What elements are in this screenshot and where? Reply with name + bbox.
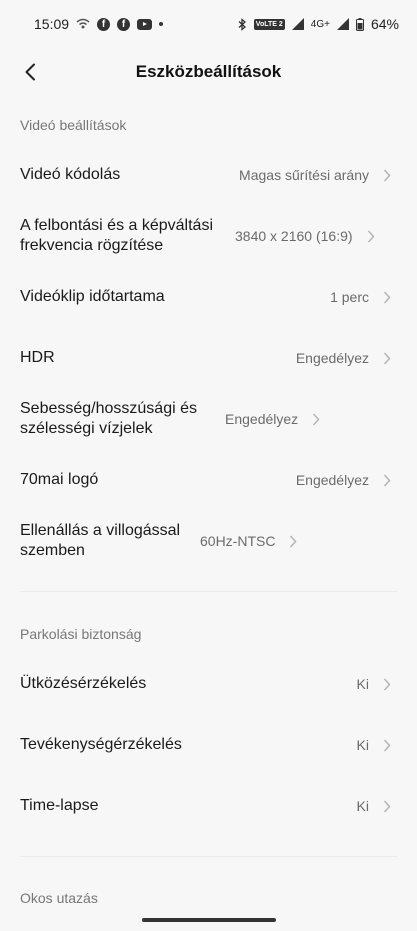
- setting-label: Tevékenységérzékelés: [20, 736, 182, 753]
- chevron-right-icon: [367, 229, 377, 243]
- setting-value: Ki: [356, 798, 369, 814]
- section-divider: [20, 856, 397, 857]
- setting-row-watermarks[interactable]: Sebesség/hosszúsági és szélességi vízjel…: [0, 390, 417, 448]
- status-time: 15:09: [34, 16, 70, 32]
- status-bar-right: Vo LTE 2 4G+ 64%: [238, 16, 399, 32]
- setting-label: A felbontási és a képváltási frekvencia …: [20, 217, 214, 254]
- facebook-icon: f: [117, 17, 131, 31]
- chevron-right-icon: [383, 799, 393, 813]
- chevron-right-icon: [383, 473, 393, 487]
- setting-value: 1 perc: [330, 289, 369, 305]
- setting-label: Ellenállás a villogással szemben: [20, 522, 181, 559]
- setting-value: Magas sűrítési arány: [239, 167, 369, 183]
- setting-value: Engedélyez: [295, 350, 369, 366]
- bluetooth-icon: [238, 17, 247, 31]
- setting-label: HDR: [20, 349, 55, 366]
- setting-label: Videó kódolás: [20, 166, 121, 183]
- chevron-right-icon: [383, 738, 393, 752]
- setting-row-hdr[interactable]: HDR Engedélyez: [0, 329, 417, 387]
- chevron-right-icon: [312, 412, 322, 426]
- back-button[interactable]: [18, 60, 42, 84]
- app-header: Eszközbeállítások: [0, 48, 417, 96]
- network-type: 4G+: [310, 18, 330, 30]
- setting-value: 3840 x 2160 (16:9): [235, 228, 353, 244]
- setting-label: 70mai logó: [20, 471, 99, 488]
- setting-value: Ki: [356, 737, 369, 753]
- more-notifications-icon: [159, 22, 164, 26]
- chevron-right-icon: [289, 534, 299, 548]
- setting-value: Engedélyez: [225, 411, 299, 427]
- wifi-calling-icon: [76, 18, 90, 30]
- signal-icon: [336, 18, 349, 30]
- status-bar: 15:09 f f Vo LTE 2 4G+ 64%: [0, 0, 417, 48]
- setting-row-anti-flicker[interactable]: Ellenállás a villogással szemben 60Hz-NT…: [0, 512, 417, 570]
- chevron-right-icon: [383, 351, 393, 365]
- chevron-right-icon: [383, 677, 393, 691]
- chevron-right-icon: [383, 168, 393, 182]
- battery-level: 64%: [370, 16, 399, 32]
- section-label-video: Videó beállítások: [20, 117, 127, 133]
- setting-label: Sebesség/hosszúsági és szélességi vízjel…: [20, 400, 197, 437]
- volte-icon: Vo LTE 2: [253, 18, 285, 30]
- facebook-icon: f: [97, 17, 111, 31]
- setting-row-activity-detection[interactable]: Tevékenységérzékelés Ki: [0, 716, 417, 774]
- chevron-right-icon: [383, 290, 393, 304]
- setting-row-clip-duration[interactable]: Videóklip időtartama 1 perc: [0, 268, 417, 326]
- section-label-smart-travel: Okos utazás: [20, 890, 98, 906]
- home-indicator[interactable]: [142, 918, 276, 922]
- setting-value: Ki: [356, 676, 369, 692]
- setting-value: 60Hz-NTSC: [200, 533, 276, 549]
- youtube-icon: [137, 18, 153, 30]
- page-title: Eszközbeállítások: [135, 62, 282, 81]
- setting-row-time-lapse[interactable]: Time-lapse Ki: [0, 777, 417, 835]
- signal-icon: [291, 18, 304, 30]
- section-label-parking: Parkolási biztonság: [20, 626, 142, 642]
- status-bar-left: 15:09 f f: [34, 16, 164, 32]
- chevron-left-icon: [25, 63, 35, 81]
- setting-label: Time-lapse: [20, 797, 99, 814]
- setting-row-resolution[interactable]: A felbontási és a képváltási frekvencia …: [0, 207, 417, 265]
- section-divider: [20, 591, 397, 592]
- setting-label: Ütközésérzékelés: [20, 675, 147, 692]
- setting-row-logo[interactable]: 70mai logó Engedélyez: [0, 451, 417, 509]
- setting-row-video-encoding[interactable]: Videó kódolás Magas sűrítési arány: [0, 146, 417, 204]
- setting-row-collision-detection[interactable]: Ütközésérzékelés Ki: [0, 655, 417, 713]
- battery-icon: [355, 17, 364, 31]
- setting-label: Videóklip időtartama: [20, 288, 165, 305]
- setting-value: Engedélyez: [295, 472, 369, 488]
